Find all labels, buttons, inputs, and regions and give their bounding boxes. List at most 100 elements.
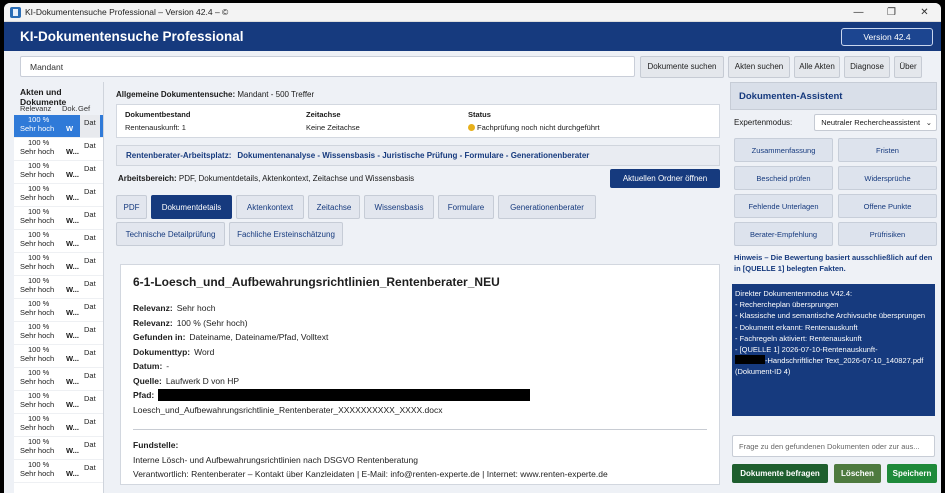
relevance-level: Sehr hoch [20,239,55,248]
relevance-level: Sehr hoch [20,423,55,432]
summary-value: Mandant - 500 Treffer [237,90,315,99]
open-folder-button[interactable]: Aktuellen Ordner öffnen [610,168,720,188]
tab-bar: PDF Dokumentdetails Aktenkontext Zeitach… [116,195,606,246]
tab-dokumentdetails[interactable]: Dokumentdetails [151,195,232,219]
column-dok[interactable]: Dok. [56,104,78,113]
mode-select[interactable]: Neutraler Recherche­assistent ⌄ [814,114,937,131]
relevance-percent: 100 % [28,368,50,377]
field-label: Relevanz: [133,317,173,328]
path-line: Pfad: [133,388,707,403]
tab-technische-detailpruefung[interactable]: Technische Detailprüfung [116,222,225,246]
check-notice-button[interactable]: Bescheid prüfen [734,166,833,190]
tab-formulare[interactable]: Formulare [438,195,494,219]
mandant-input[interactable]: Mandant [20,56,635,77]
found-in: Dat [84,256,96,265]
result-line: - Dokument erkannt: Rentenauskunft [735,322,858,332]
assistant-pane: Dokumenten-Assistent Expertenmodus: Neut… [730,82,937,493]
result-line-last: (Dokument-ID 4) [735,367,791,377]
relevance-percent: 100 % [28,391,50,400]
tab-aktenkontext[interactable]: Aktenkontext [236,195,304,219]
version-button[interactable]: Version 42.4 [841,27,933,46]
tab-zeitachse[interactable]: Zeitachse [308,195,360,219]
tab-generationenberater[interactable]: Generationenberater [498,195,596,219]
question-input[interactable]: Frage zu den gefundenen Dokumenten oder … [732,435,935,457]
redacted-name [735,355,765,365]
tab-wissensbasis[interactable]: Wissensbasis [364,195,434,219]
result-line: - [QUELLE 1] 2026-07-10-Rentenauskunft- [735,345,878,355]
missing-documents-button[interactable]: Fehlende Unterlagen [734,194,833,218]
result-line-redacted: -Handschriftlicher Text_2026-07-10_14082… [765,356,924,366]
delete-button[interactable]: Löschen [834,464,881,483]
open-points-button[interactable]: Offene Punkte [838,194,937,218]
list-item[interactable]: 100 % Sehr hoch W... Dat [14,184,103,207]
info-bestand-value: Rentenauskunft: 1 [125,123,186,132]
column-gef[interactable]: Gef [78,104,98,113]
document-type: W... [66,285,79,294]
relevance-level: Sehr hoch [20,354,55,363]
relevance-percent: 100 % [28,460,50,469]
list-item[interactable]: 100 % Sehr hoch W... Dat [14,322,103,345]
document-type: W... [66,170,79,179]
list-item[interactable]: 100 % Sehr hoch W... Dat [14,460,103,483]
list-item[interactable]: 100 % Sehr hoch W... Dat [14,299,103,322]
relevance-level: Sehr hoch [20,147,55,156]
save-button[interactable]: Speichern [887,464,937,483]
document-type: W... [66,377,79,386]
summary-button[interactable]: Zusammenfassung [734,138,833,162]
list-item[interactable]: 100 % Sehr hoch W... Dat [14,161,103,184]
column-relevanz[interactable]: Relevanz [14,104,56,113]
relevance-level: Sehr hoch [20,446,55,455]
relevance-percent: 100 % [28,253,50,262]
all-files-button[interactable]: Alle Akten [794,55,840,78]
relevance-percent: 100 % [28,299,50,308]
close-button[interactable]: ✕ [908,3,941,21]
list-item[interactable]: 100 % Sehr hoch W... Dat [14,253,103,276]
document-type: W... [66,400,79,409]
relevance-level: Sehr hoch [20,170,55,179]
about-button[interactable]: Über [894,55,922,78]
document-field: Dokumenttyp: Word [133,345,707,360]
result-line: - Fachregeln aktiviert: Rentenauskunft [735,333,862,343]
found-in: Dat [84,348,96,357]
contradictions-button[interactable]: Widersprüche [838,166,937,190]
assistant-actions: Zusammenfassung Fristen Bescheid prüfen … [730,138,937,246]
audit-risks-button[interactable]: Prüfrisiken [838,222,937,246]
tab-fachliche-ersteinschaetzung[interactable]: Fachliche Ersteinschätzung [229,222,343,246]
found-in: Dat [84,394,96,403]
list-item[interactable]: 100 % Sehr hoch W... Dat [14,207,103,230]
relevance-level: Sehr hoch [20,262,55,271]
list-item[interactable]: 100 % Sehr hoch W... Dat [14,138,103,161]
deadlines-button[interactable]: Fristen [838,138,937,162]
list-item[interactable]: 100 % Sehr hoch W... Dat [14,368,103,391]
diagnose-button[interactable]: Diagnose [844,55,890,78]
advisor-recommendation-button[interactable]: Berater-Empfehlung [734,222,833,246]
document-type: W [66,124,74,133]
minimize-button[interactable]: — [842,3,875,21]
center-pane: Allgemeine Dokumentensuche: Mandant - 50… [116,82,720,493]
files-list-title: Akten und Dokumente [14,82,103,107]
list-item[interactable]: 100 % Sehr hoch W... Dat [14,414,103,437]
list-item[interactable]: 100 % Sehr hoch W... Dat [14,345,103,368]
chevron-down-icon: ⌄ [925,118,932,127]
info-status-value: Fachprüfung noch nicht durchgeführt [477,123,600,132]
app-window: KI-Dokumentensuche Professional – Versio… [4,3,941,493]
list-item[interactable]: 100 % Sehr hoch W... Dat [14,437,103,460]
list-item[interactable]: 100 % Sehr hoch W Dat [14,115,103,138]
document-type: W... [66,147,79,156]
app-title: KI-Dokumentensuche Professional [20,29,244,44]
list-item[interactable]: 100 % Sehr hoch W... Dat [14,276,103,299]
relevance-percent: 100 % [28,207,50,216]
document-type: W... [66,193,79,202]
search-documents-button[interactable]: Dokumente suchen [640,55,724,78]
list-item[interactable]: 100 % Sehr hoch W... Dat [14,230,103,253]
document-type: W... [66,308,79,317]
relevance-level: Sehr hoch [20,331,55,340]
search-files-button[interactable]: Akten suchen [728,55,790,78]
ask-documents-button[interactable]: Dokumente befragen [732,464,828,483]
field-label: Gefunden in: [133,332,186,343]
tab-pdf[interactable]: PDF [116,195,147,219]
maximize-button[interactable]: ❐ [875,3,908,21]
document-type: W... [66,262,79,271]
list-item[interactable]: 100 % Sehr hoch W... Dat [14,391,103,414]
found-in: Dat [84,463,96,472]
